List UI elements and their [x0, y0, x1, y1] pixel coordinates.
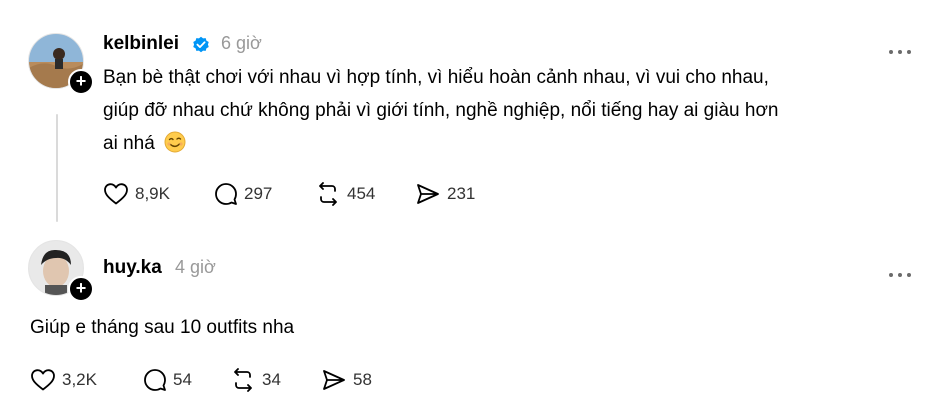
verified-badge-icon [193, 36, 209, 53]
post-time: 4 giờ [175, 257, 216, 277]
comment-button[interactable]: 54 [143, 368, 230, 392]
thread-connector-line [56, 114, 58, 222]
repost-count: 454 [347, 184, 376, 203]
repost-button[interactable]: 34 [230, 368, 321, 392]
repost-button[interactable]: 454 [315, 182, 415, 206]
follow-plus-button[interactable]: + [68, 276, 94, 302]
follow-plus-button[interactable]: + [68, 69, 94, 95]
username[interactable]: kelbinlei [103, 33, 179, 55]
share-button[interactable]: 231 [415, 182, 505, 206]
heart-icon [31, 369, 55, 391]
repost-count: 34 [262, 370, 281, 389]
post-content: Giúp e tháng sau 10 outfits nha [30, 317, 295, 338]
like-count: 8,9K [135, 184, 170, 203]
send-icon [417, 184, 439, 204]
content-text: ai nhá [103, 133, 155, 154]
avatar-kelbinlei[interactable]: + [28, 33, 94, 95]
comment-button[interactable]: 297 [214, 182, 315, 206]
content-line: Bạn bè thật chơi với nhau vì hợp tính, v… [103, 67, 769, 88]
send-icon [323, 370, 345, 390]
post-time: 6 giờ [221, 33, 262, 53]
username[interactable]: huy.ka [103, 257, 162, 279]
post-actions: 3,2K 54 34 58 [30, 367, 401, 393]
comment-icon [144, 369, 166, 391]
share-count: 58 [353, 370, 372, 389]
content-line: giúp đỡ nhau chứ không phải vì giới tính… [103, 100, 779, 121]
repost-icon [234, 368, 252, 392]
more-options-icon[interactable] [889, 41, 917, 54]
wink-face-icon [164, 131, 186, 153]
comment-count: 297 [244, 184, 273, 203]
post-content: Bạn bè thật chơi với nhau vì hợp tính, v… [103, 61, 923, 160]
repost-icon [319, 182, 337, 206]
content-line: ai nhá [103, 127, 923, 160]
heart-icon [104, 183, 128, 205]
threads-feed: + kelbinlei 6 giờ Bạn bè thật chơi với n… [0, 0, 952, 420]
share-button[interactable]: 58 [321, 368, 401, 392]
like-button[interactable]: 8,9K [103, 182, 214, 206]
like-count: 3,2K [62, 370, 97, 389]
comment-icon [215, 183, 237, 205]
share-count: 231 [447, 184, 476, 203]
avatar-huy-ka[interactable]: + [28, 240, 94, 302]
post-actions: 8,9K 297 454 231 [103, 181, 505, 207]
comment-count: 54 [173, 370, 192, 389]
like-button[interactable]: 3,2K [30, 368, 143, 392]
more-options-icon[interactable] [889, 264, 917, 277]
